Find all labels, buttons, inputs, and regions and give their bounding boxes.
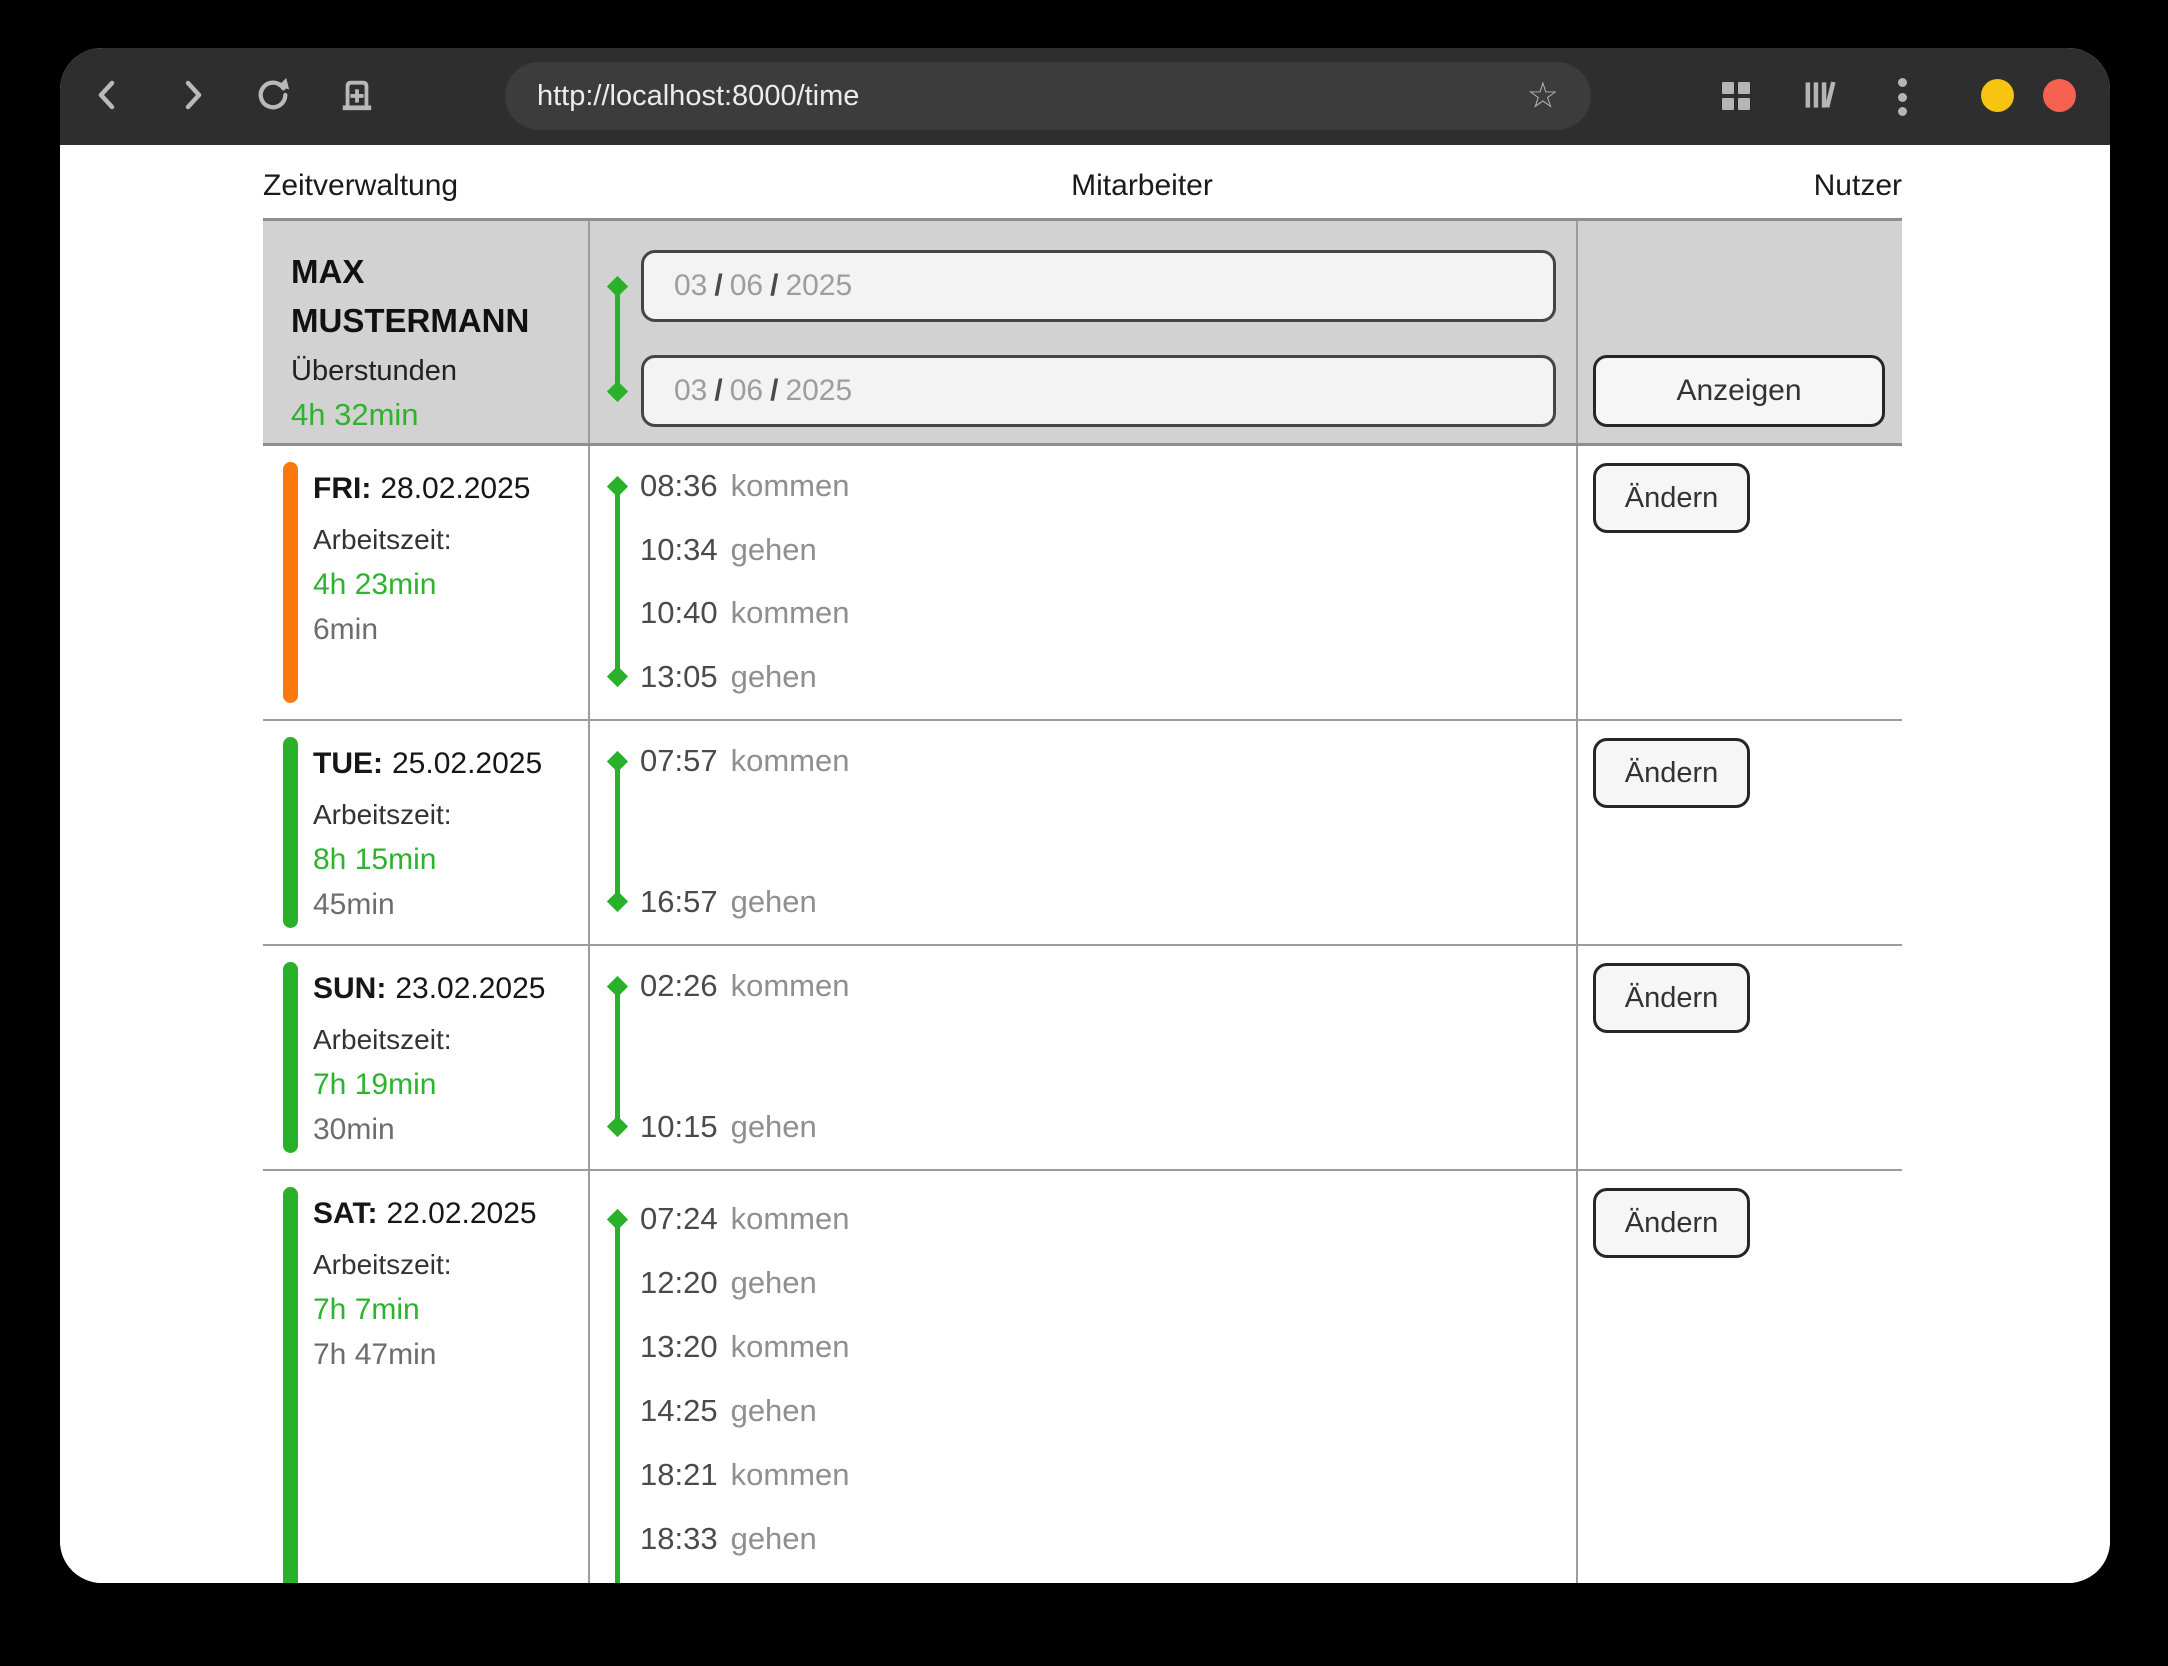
- date-from-input[interactable]: 03/06/2025: [641, 250, 1556, 322]
- overtime-value: 4h 32min: [291, 397, 588, 433]
- address-bar[interactable]: http://localhost:8000/time ☆: [505, 62, 1591, 130]
- time-table: MAX MUSTERMANN Überstunden 4h 32min 03/0…: [263, 218, 1902, 1583]
- date-filter-cell: 03/06/2025 03/06/2025: [590, 221, 1578, 443]
- aendern-button[interactable]: Ändern: [1593, 738, 1750, 808]
- timeline-line: [615, 759, 620, 904]
- time-entry: 07:57kommen: [640, 741, 1576, 781]
- worktime-label: Arbeitszeit:: [313, 1017, 588, 1062]
- timeline-diamond-bottom: [607, 666, 628, 687]
- browser-toolbar: http://localhost:8000/time ☆: [60, 48, 2110, 145]
- timeline-line: [615, 484, 620, 679]
- timeline-diamond-top: [607, 751, 628, 772]
- worktime-label: Arbeitszeit:: [313, 1242, 588, 1287]
- timeline-diamond-bottom: [607, 1116, 628, 1137]
- back-icon[interactable]: [89, 77, 125, 113]
- tab-grid-icon[interactable]: [1722, 82, 1749, 109]
- day-status-bar: [283, 462, 298, 703]
- time-entry: 18:21kommen: [640, 1455, 1576, 1495]
- summary-row: MAX MUSTERMANN Überstunden 4h 32min 03/0…: [263, 221, 1902, 446]
- minimize-button[interactable]: [1981, 79, 2014, 112]
- time-entry: 13:20kommen: [640, 1327, 1576, 1367]
- range-line: [615, 287, 620, 391]
- forward-icon[interactable]: [175, 77, 211, 113]
- extra-time: 7h 47min: [313, 1332, 588, 1377]
- bookmark-star-icon[interactable]: ☆: [1527, 77, 1559, 113]
- extra-time: 6min: [313, 607, 588, 652]
- library-icon[interactable]: [1802, 77, 1838, 113]
- timeline-line: [615, 984, 620, 1129]
- aendern-button[interactable]: Ändern: [1593, 1188, 1750, 1258]
- time-entry: 10:34gehen: [640, 530, 1576, 570]
- timeline-line: [615, 1217, 620, 1583]
- day-label: TUE:: [313, 747, 383, 780]
- timeline-diamond-bottom: [607, 891, 628, 912]
- day-label: FRI:: [313, 472, 371, 505]
- time-entry: 12:20gehen: [640, 1263, 1576, 1303]
- time-entry: 08:36kommen: [640, 466, 1576, 506]
- time-entry: 13:05gehen: [640, 657, 1576, 697]
- time-entry: 14:25gehen: [640, 1391, 1576, 1431]
- timeline-diamond-top: [607, 476, 628, 497]
- timeline-diamond-top: [607, 1209, 628, 1230]
- day-row: SUN: 23.02.2025 Arbeitszeit: 7h 19min 30m…: [263, 946, 1902, 1171]
- timeline-cell: 07:24kommen 12:20gehen 13:20kommen 14:25…: [590, 1171, 1578, 1583]
- day-status-bar: [283, 962, 298, 1153]
- day-date: 28.02.2025: [380, 472, 530, 505]
- day-row: TUE: 25.02.2025 Arbeitszeit: 8h 15min 45m…: [263, 721, 1902, 946]
- day-date: 25.02.2025: [392, 747, 542, 780]
- anzeigen-button[interactable]: Anzeigen: [1593, 355, 1885, 427]
- nav-nutzer[interactable]: Nutzer: [1814, 169, 1902, 203]
- day-date: 22.02.2025: [386, 1197, 536, 1230]
- worktime-value: 4h 23min: [313, 562, 588, 607]
- time-entry: 16:57gehen: [640, 882, 1576, 922]
- worktime-label: Arbeitszeit:: [313, 517, 588, 562]
- day-label: SUN:: [313, 972, 386, 1005]
- range-diamond-top: [607, 276, 628, 297]
- extra-time: 45min: [313, 882, 588, 927]
- aendern-button[interactable]: Ändern: [1593, 463, 1750, 533]
- menu-icon[interactable]: [1898, 78, 1908, 116]
- time-entry: 18:33gehen: [640, 1519, 1576, 1559]
- extra-time: 30min: [313, 1107, 588, 1152]
- reload-icon[interactable]: [255, 77, 291, 113]
- day-label: SAT:: [313, 1197, 377, 1230]
- filter-action-cell: Anzeigen: [1578, 221, 1902, 443]
- timeline-diamond-top: [607, 976, 628, 997]
- worktime-value: 7h 19min: [313, 1062, 588, 1107]
- timeline-cell: 02:26kommen 10:15gehen: [590, 946, 1578, 1169]
- date-to-input[interactable]: 03/06/2025: [641, 355, 1556, 427]
- page-content: Zeitverwaltung Mitarbeiter Nutzer MAX MU…: [60, 145, 2110, 1583]
- worktime-value: 8h 15min: [313, 837, 588, 882]
- day-row: FRI: 28.02.2025 Arbeitszeit: 4h 23min 6mi…: [263, 446, 1902, 721]
- employee-cell: MAX MUSTERMANN Überstunden 4h 32min: [263, 221, 590, 443]
- timeline-cell: 08:36kommen 10:34gehen 10:40kommen 13:05…: [590, 446, 1578, 719]
- day-date: 23.02.2025: [395, 972, 545, 1005]
- nav-zeitverwaltung[interactable]: Zeitverwaltung: [263, 169, 458, 203]
- worktime-label: Arbeitszeit:: [313, 792, 588, 837]
- time-entry: 07:24kommen: [640, 1199, 1576, 1239]
- day-status-bar: [283, 737, 298, 928]
- close-button[interactable]: [2043, 79, 2076, 112]
- day-row: SAT: 22.02.2025 Arbeitszeit: 7h 7min 7h 4…: [263, 1171, 1902, 1583]
- browser-window: http://localhost:8000/time ☆ Zeitverwalt…: [60, 48, 2110, 1583]
- range-diamond-bottom: [607, 381, 628, 402]
- time-entry: 10:15gehen: [640, 1107, 1576, 1147]
- aendern-button[interactable]: Ändern: [1593, 963, 1750, 1033]
- day-status-bar: [283, 1187, 298, 1583]
- employee-name: MAX MUSTERMANN: [291, 247, 563, 345]
- timeline-cell: 07:57kommen 16:57gehen: [590, 721, 1578, 944]
- time-entry: 02:26kommen: [640, 966, 1576, 1006]
- overtime-label: Überstunden: [291, 355, 588, 388]
- nav-mitarbeiter[interactable]: Mitarbeiter: [1071, 169, 1213, 203]
- new-tab-icon[interactable]: [339, 77, 375, 113]
- url-text[interactable]: http://localhost:8000/time: [537, 62, 859, 130]
- worktime-value: 7h 7min: [313, 1287, 588, 1332]
- time-entry: 10:40kommen: [640, 593, 1576, 633]
